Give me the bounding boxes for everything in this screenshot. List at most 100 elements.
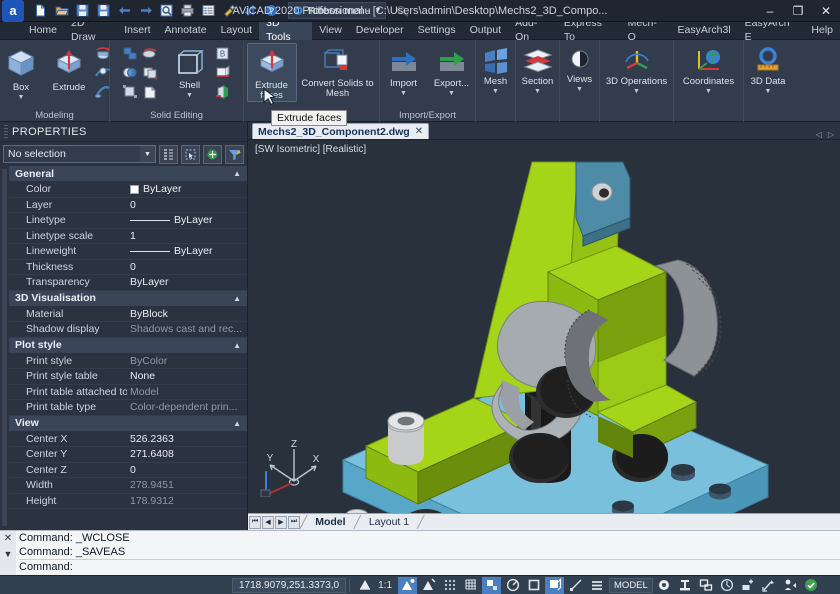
- property-row-print-style[interactable]: Print style ByColor: [9, 354, 247, 370]
- annotation-autoscale-icon[interactable]: [419, 577, 438, 594]
- shell-button[interactable]: Shell ▼: [167, 43, 213, 100]
- extrude-button[interactable]: Extrude: [46, 43, 92, 94]
- last-tab-button[interactable]: ⏭: [288, 516, 300, 529]
- property-value[interactable]: 526.2363: [127, 433, 247, 445]
- object-snap-icon[interactable]: [524, 577, 543, 594]
- section-header-general[interactable]: General ▲: [9, 166, 247, 182]
- property-row-width[interactable]: Width 278.9451: [9, 478, 247, 494]
- ortho-mode-icon[interactable]: [482, 577, 501, 594]
- redo-icon[interactable]: [137, 2, 154, 19]
- quick-calc-icon[interactable]: [203, 145, 222, 164]
- close-icon[interactable]: ✕: [415, 126, 423, 137]
- undo-icon[interactable]: [116, 2, 133, 19]
- tab-developer[interactable]: Developer: [349, 22, 411, 39]
- collapse-arrow-icon[interactable]: ▲: [233, 419, 241, 428]
- model-space-toggle[interactable]: MODEL: [609, 578, 653, 593]
- match-properties-icon[interactable]: [221, 2, 238, 19]
- tab-insert[interactable]: Insert: [117, 22, 157, 39]
- collapse-arrow-icon[interactable]: ▲: [233, 341, 241, 350]
- property-value[interactable]: ByLayer: [127, 245, 247, 257]
- property-row-center-z[interactable]: Center Z 0: [9, 463, 247, 479]
- property-value[interactable]: 0: [127, 199, 247, 211]
- property-row-linetype[interactable]: Linetype ByLayer: [9, 213, 247, 229]
- polar-tracking-icon[interactable]: [503, 577, 522, 594]
- property-value[interactable]: 271.6408: [127, 448, 247, 460]
- annotation-scale-value[interactable]: 1:1: [374, 580, 396, 591]
- property-value[interactable]: 1: [127, 230, 247, 242]
- select-objects-icon[interactable]: [181, 145, 200, 164]
- clean-screen-icon[interactable]: [718, 577, 737, 594]
- ribbon-menu-dropdown[interactable]: Ribbon menu ▼: [288, 2, 386, 19]
- extrude-faces-button[interactable]: Extrude faces: [247, 43, 297, 102]
- expand-icon[interactable]: ▼: [4, 549, 13, 559]
- property-row-layer[interactable]: Layer 0: [9, 198, 247, 214]
- chevron-down-icon[interactable]: ▼: [140, 146, 155, 162]
- minimize-button[interactable]: –: [756, 0, 784, 22]
- tab-settings[interactable]: Settings: [411, 22, 463, 39]
- plot-preview-icon[interactable]: [158, 2, 175, 19]
- panel-grip-icon[interactable]: [4, 125, 8, 139]
- search-icon[interactable]: [394, 2, 411, 19]
- union-icon[interactable]: [122, 45, 139, 62]
- workspace-settings-icon[interactable]: [655, 577, 674, 594]
- close-button[interactable]: ✕: [812, 0, 840, 22]
- 3d-operations-button[interactable]: 3D Operations ▼: [602, 43, 672, 96]
- 3d-data-button[interactable]: 3D Data ▼: [746, 43, 790, 96]
- chevron-down-icon[interactable]: ▼: [400, 90, 407, 97]
- maximize-button[interactable]: ❐: [784, 0, 812, 22]
- property-row-shadow-display[interactable]: Shadow display Shadows cast and rec...: [9, 322, 247, 338]
- 3d-object-snap-icon[interactable]: [545, 577, 564, 594]
- property-row-lineweight[interactable]: Lineweight ByLayer: [9, 244, 247, 260]
- annotation-visibility-icon[interactable]: [398, 577, 417, 594]
- collapse-arrow-icon[interactable]: ▲: [233, 169, 241, 178]
- property-value[interactable]: ByBlock: [127, 308, 247, 320]
- property-row-center-y[interactable]: Center Y 271.6408: [9, 447, 247, 463]
- chevron-down-icon[interactable]: ▼: [534, 88, 541, 95]
- quick-select-icon[interactable]: [159, 145, 178, 164]
- nav-right-icon[interactable]: ▷: [828, 130, 834, 139]
- section-header-plot-style[interactable]: Plot style ▲: [9, 338, 247, 354]
- coordinates-button[interactable]: Coordinates ▼: [676, 43, 742, 96]
- chevron-down-icon[interactable]: ▼: [765, 88, 772, 95]
- tab-output[interactable]: Output: [463, 22, 509, 39]
- section-button[interactable]: Section ▼: [518, 43, 558, 96]
- chevron-down-icon[interactable]: ▼: [633, 88, 640, 95]
- tab-view[interactable]: View: [312, 22, 349, 39]
- chevron-down-icon[interactable]: ▼: [18, 94, 25, 101]
- property-row-height[interactable]: Height 178.9312: [9, 494, 247, 510]
- property-value[interactable]: ByLayer: [127, 183, 247, 195]
- views-button[interactable]: Views ▼: [562, 43, 598, 94]
- intersect-icon[interactable]: [122, 64, 139, 81]
- box-button[interactable]: Box ▼: [0, 43, 44, 102]
- property-value[interactable]: ByLayer: [127, 214, 247, 226]
- import-button[interactable]: Import ▼: [381, 43, 427, 98]
- filter-icon[interactable]: [225, 145, 244, 164]
- property-row-print-table-type[interactable]: Print table type Color-dependent prin...: [9, 400, 247, 416]
- property-row-transparency[interactable]: Transparency ByLayer: [9, 275, 247, 291]
- subtract-icon[interactable]: [142, 45, 159, 62]
- convert-solids-to-mesh-button[interactable]: Convert Solids to Mesh: [299, 43, 377, 100]
- save-as-icon[interactable]: [95, 2, 112, 19]
- imprint-icon[interactable]: [122, 83, 139, 100]
- property-value[interactable]: None: [127, 370, 247, 382]
- coordinates-display[interactable]: 1718.9079,251.3373,0: [232, 578, 346, 593]
- selection-dropdown[interactable]: No selection ▼: [3, 145, 156, 163]
- offset-faces-icon[interactable]: [215, 64, 232, 81]
- 3d-model-render[interactable]: [248, 140, 838, 513]
- property-row-center-x[interactable]: Center X 526.2363: [9, 432, 247, 448]
- customization-icon[interactable]: [760, 577, 779, 594]
- property-value[interactable]: ByLayer: [127, 276, 247, 288]
- annotation-scale-icon[interactable]: [355, 577, 374, 594]
- property-row-material[interactable]: Material ByBlock: [9, 307, 247, 323]
- first-tab-button[interactable]: ⏮: [249, 516, 261, 529]
- layout1-tab[interactable]: Layout 1: [361, 515, 417, 530]
- tab-easyarch3l[interactable]: EasyArch3l: [671, 22, 738, 39]
- property-value[interactable]: 0: [127, 261, 247, 273]
- app-logo-icon[interactable]: a: [2, 0, 24, 22]
- print-icon[interactable]: [179, 2, 196, 19]
- lineweight-icon[interactable]: [587, 577, 606, 594]
- help-icon[interactable]: ?: [263, 2, 280, 19]
- close-icon[interactable]: ✕: [4, 533, 12, 544]
- chevron-down-icon[interactable]: ▼: [448, 90, 455, 97]
- mesh-button[interactable]: Mesh ▼: [478, 43, 514, 96]
